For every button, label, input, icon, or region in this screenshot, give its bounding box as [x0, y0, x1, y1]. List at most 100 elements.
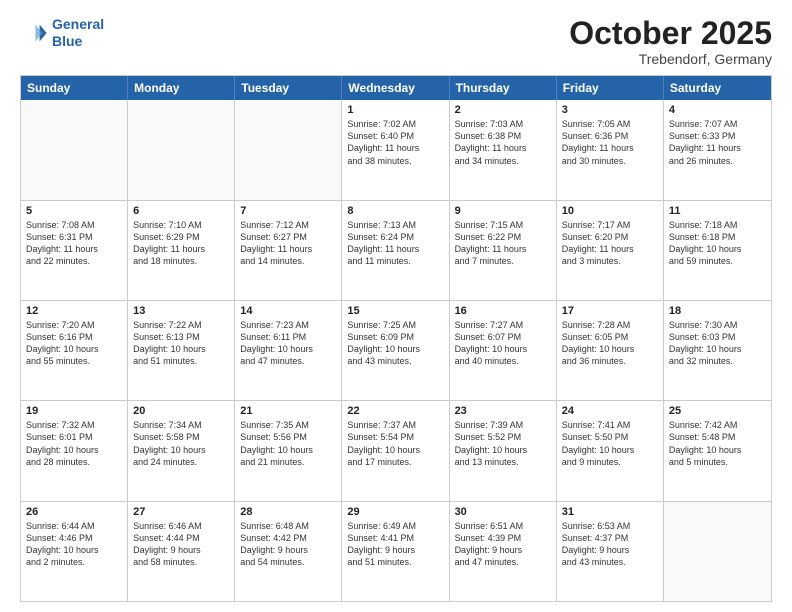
cell-daylight-info: Sunrise: 7:05 AM Sunset: 6:36 PM Dayligh… [562, 118, 658, 167]
calendar-row: 5 Sunrise: 7:08 AM Sunset: 6:31 PM Daylig… [21, 200, 771, 300]
location: Trebendorf, Germany [569, 51, 772, 67]
cell-daylight-info: Sunrise: 6:44 AM Sunset: 4:46 PM Dayligh… [26, 520, 122, 569]
weekday-header: Friday [557, 76, 664, 100]
cell-daylight-info: Sunrise: 7:41 AM Sunset: 5:50 PM Dayligh… [562, 419, 658, 468]
cell-daylight-info: Sunrise: 7:03 AM Sunset: 6:38 PM Dayligh… [455, 118, 551, 167]
calendar-cell: 18 Sunrise: 7:30 AM Sunset: 6:03 PM Dayli… [664, 301, 771, 400]
calendar-cell: 26Sunrise: 6:44 AM Sunset: 4:46 PM Dayli… [21, 502, 128, 601]
cell-daylight-info: Sunrise: 7:42 AM Sunset: 5:48 PM Dayligh… [669, 419, 766, 468]
cell-daylight-info: Sunrise: 7:25 AM Sunset: 6:09 PM Dayligh… [347, 319, 443, 368]
cell-daylight-info: Sunrise: 7:12 AM Sunset: 6:27 PM Dayligh… [240, 219, 336, 268]
day-number: 27 [133, 506, 229, 518]
calendar-cell: 29 Sunrise: 6:49 AM Sunset: 4:41 PM Dayli… [342, 502, 449, 601]
logo-line2: Blue [52, 33, 82, 49]
day-number: 31 [562, 506, 658, 518]
cell-daylight-info: Sunrise: 7:18 AM Sunset: 6:18 PM Dayligh… [669, 219, 766, 268]
day-number: 19 [26, 405, 122, 417]
calendar-cell: 12 Sunrise: 7:20 AM Sunset: 6:16 PM Dayli… [21, 301, 128, 400]
calendar-row: 19Sunrise: 7:32 AM Sunset: 6:01 PM Dayli… [21, 400, 771, 500]
day-number: 7 [240, 205, 336, 217]
calendar-cell: 2Sunrise: 7:03 AM Sunset: 6:38 PM Daylig… [450, 100, 557, 199]
calendar-cell: 10Sunrise: 7:17 AM Sunset: 6:20 PM Dayli… [557, 201, 664, 300]
calendar-cell: 23 Sunrise: 7:39 AM Sunset: 5:52 PM Dayli… [450, 401, 557, 500]
cell-daylight-info: Sunrise: 7:22 AM Sunset: 6:13 PM Dayligh… [133, 319, 229, 368]
weekday-header: Tuesday [235, 76, 342, 100]
day-number: 12 [26, 305, 122, 317]
weekday-header: Thursday [450, 76, 557, 100]
calendar-cell: 14 Sunrise: 7:23 AM Sunset: 6:11 PM Dayli… [235, 301, 342, 400]
cell-daylight-info: Sunrise: 7:15 AM Sunset: 6:22 PM Dayligh… [455, 219, 551, 268]
calendar-cell: 20 Sunrise: 7:34 AM Sunset: 5:58 PM Dayli… [128, 401, 235, 500]
calendar-cell: 21 Sunrise: 7:35 AM Sunset: 5:56 PM Dayli… [235, 401, 342, 500]
day-number: 23 [455, 405, 551, 417]
day-number: 22 [347, 405, 443, 417]
day-number: 9 [455, 205, 551, 217]
cell-daylight-info: Sunrise: 7:17 AM Sunset: 6:20 PM Dayligh… [562, 219, 658, 268]
calendar-header: SundayMondayTuesdayWednesdayThursdayFrid… [21, 76, 771, 100]
calendar-cell: 3 Sunrise: 7:05 AM Sunset: 6:36 PM Daylig… [557, 100, 664, 199]
calendar-cell: 7 Sunrise: 7:12 AM Sunset: 6:27 PM Daylig… [235, 201, 342, 300]
calendar-cell: 9 Sunrise: 7:15 AM Sunset: 6:22 PM Daylig… [450, 201, 557, 300]
day-number: 14 [240, 305, 336, 317]
cell-daylight-info: Sunrise: 7:07 AM Sunset: 6:33 PM Dayligh… [669, 118, 766, 167]
cell-daylight-info: Sunrise: 6:46 AM Sunset: 4:44 PM Dayligh… [133, 520, 229, 569]
calendar: SundayMondayTuesdayWednesdayThursdayFrid… [20, 75, 772, 602]
calendar-cell: 25Sunrise: 7:42 AM Sunset: 5:48 PM Dayli… [664, 401, 771, 500]
calendar-cell: 15 Sunrise: 7:25 AM Sunset: 6:09 PM Dayli… [342, 301, 449, 400]
calendar-cell: 28 Sunrise: 6:48 AM Sunset: 4:42 PM Dayli… [235, 502, 342, 601]
day-number: 18 [669, 305, 766, 317]
calendar-cell: 1Sunrise: 7:02 AM Sunset: 6:40 PM Daylig… [342, 100, 449, 199]
day-number: 21 [240, 405, 336, 417]
day-number: 3 [562, 104, 658, 116]
cell-daylight-info: Sunrise: 7:39 AM Sunset: 5:52 PM Dayligh… [455, 419, 551, 468]
logo-text: General Blue [52, 16, 104, 50]
day-number: 8 [347, 205, 443, 217]
day-number: 20 [133, 405, 229, 417]
cell-daylight-info: Sunrise: 6:49 AM Sunset: 4:41 PM Dayligh… [347, 520, 443, 569]
day-number: 13 [133, 305, 229, 317]
cell-daylight-info: Sunrise: 6:53 AM Sunset: 4:37 PM Dayligh… [562, 520, 658, 569]
cell-daylight-info: Sunrise: 7:08 AM Sunset: 6:31 PM Dayligh… [26, 219, 122, 268]
calendar-cell [128, 100, 235, 199]
calendar-cell: 8 Sunrise: 7:13 AM Sunset: 6:24 PM Daylig… [342, 201, 449, 300]
calendar-cell: 6 Sunrise: 7:10 AM Sunset: 6:29 PM Daylig… [128, 201, 235, 300]
calendar-cell: 5 Sunrise: 7:08 AM Sunset: 6:31 PM Daylig… [21, 201, 128, 300]
cell-daylight-info: Sunrise: 7:10 AM Sunset: 6:29 PM Dayligh… [133, 219, 229, 268]
day-number: 5 [26, 205, 122, 217]
day-number: 28 [240, 506, 336, 518]
calendar-cell: 22 Sunrise: 7:37 AM Sunset: 5:54 PM Dayli… [342, 401, 449, 500]
cell-daylight-info: Sunrise: 7:34 AM Sunset: 5:58 PM Dayligh… [133, 419, 229, 468]
day-number: 11 [669, 205, 766, 217]
page-header: General Blue October 2025 Trebendorf, Ge… [20, 16, 772, 67]
day-number: 30 [455, 506, 551, 518]
calendar-cell [664, 502, 771, 601]
calendar-cell: 30Sunrise: 6:51 AM Sunset: 4:39 PM Dayli… [450, 502, 557, 601]
cell-daylight-info: Sunrise: 7:37 AM Sunset: 5:54 PM Dayligh… [347, 419, 443, 468]
cell-daylight-info: Sunrise: 7:30 AM Sunset: 6:03 PM Dayligh… [669, 319, 766, 368]
logo-line1: General [52, 16, 104, 32]
day-number: 15 [347, 305, 443, 317]
cell-daylight-info: Sunrise: 6:48 AM Sunset: 4:42 PM Dayligh… [240, 520, 336, 569]
cell-daylight-info: Sunrise: 7:20 AM Sunset: 6:16 PM Dayligh… [26, 319, 122, 368]
cell-daylight-info: Sunrise: 7:35 AM Sunset: 5:56 PM Dayligh… [240, 419, 336, 468]
title-block: October 2025 Trebendorf, Germany [569, 16, 772, 67]
cell-daylight-info: Sunrise: 7:02 AM Sunset: 6:40 PM Dayligh… [347, 118, 443, 167]
cell-daylight-info: Sunrise: 7:13 AM Sunset: 6:24 PM Dayligh… [347, 219, 443, 268]
cell-daylight-info: Sunrise: 7:23 AM Sunset: 6:11 PM Dayligh… [240, 319, 336, 368]
calendar-cell: 31 Sunrise: 6:53 AM Sunset: 4:37 PM Dayli… [557, 502, 664, 601]
day-number: 16 [455, 305, 551, 317]
page-container: General Blue October 2025 Trebendorf, Ge… [0, 0, 792, 612]
calendar-cell: 17 Sunrise: 7:28 AM Sunset: 6:05 PM Dayli… [557, 301, 664, 400]
day-number: 4 [669, 104, 766, 116]
calendar-row: 1Sunrise: 7:02 AM Sunset: 6:40 PM Daylig… [21, 100, 771, 199]
calendar-cell: 13 Sunrise: 7:22 AM Sunset: 6:13 PM Dayli… [128, 301, 235, 400]
day-number: 29 [347, 506, 443, 518]
calendar-body: 1Sunrise: 7:02 AM Sunset: 6:40 PM Daylig… [21, 100, 771, 601]
calendar-cell [21, 100, 128, 199]
day-number: 17 [562, 305, 658, 317]
cell-daylight-info: Sunrise: 7:28 AM Sunset: 6:05 PM Dayligh… [562, 319, 658, 368]
cell-daylight-info: Sunrise: 7:27 AM Sunset: 6:07 PM Dayligh… [455, 319, 551, 368]
calendar-cell: 16 Sunrise: 7:27 AM Sunset: 6:07 PM Dayli… [450, 301, 557, 400]
day-number: 6 [133, 205, 229, 217]
weekday-header: Saturday [664, 76, 771, 100]
